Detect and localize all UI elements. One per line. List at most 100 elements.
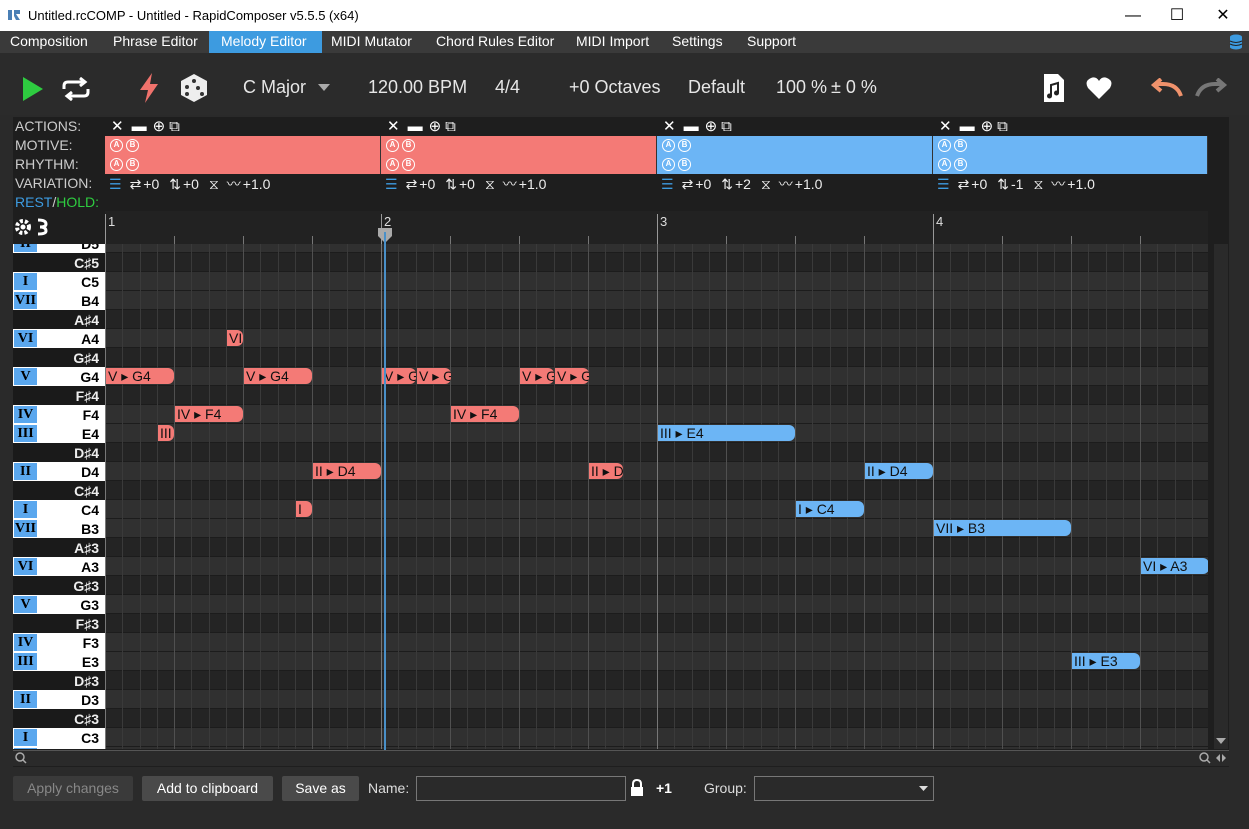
rhythm-band[interactable]: AB [933,155,1208,174]
play-icon[interactable] [22,76,44,102]
melody-note[interactable]: IV ▸ F4 [175,406,243,422]
reverse-icon[interactable]: ⧖ [1033,176,1043,192]
melody-note[interactable]: V ▸ G4 [244,368,312,384]
menu-settings[interactable]: Settings [672,31,723,53]
rhythm-a-toggle[interactable]: A [386,158,399,172]
menu-support[interactable]: Support [747,31,796,53]
collapse-icon[interactable]: ▬ [132,118,147,135]
motive-b-toggle[interactable]: B [402,139,415,153]
piano-key[interactable]: C♯4 [13,481,105,500]
maximize-button[interactable]: ☐ [1154,0,1200,31]
delete-icon[interactable]: ✕ [387,118,400,135]
melody-note[interactable]: V ▸ G4 [106,368,174,384]
piano-key[interactable]: IV F4 [13,405,105,424]
add-icon[interactable]: ⊕ [981,118,994,135]
rhythm-b-toggle[interactable]: B [954,158,967,172]
minimize-button[interactable]: — [1110,0,1156,31]
piano-key[interactable]: F♯4 [13,386,105,405]
delete-icon[interactable]: ✕ [111,118,124,135]
piano-key[interactable]: G♯3 [13,576,105,595]
melody-note[interactable]: II ▸ D4 [313,463,381,479]
piano-roll[interactable]: V ▸ G4IIIIV ▸ F4VIV ▸ G4III ▸ D4V ▸ G4V … [105,244,1208,749]
copy-icon[interactable]: ⧉ [445,118,456,135]
piano-key[interactable]: VI A4 [13,329,105,348]
piano-key[interactable]: VI A3 [13,557,105,576]
melody-note[interactable]: VII ▸ B3 [934,520,1071,536]
rhythm-b-toggle[interactable]: B [126,158,139,172]
save-as-button[interactable]: Save as [282,776,359,801]
database-icon[interactable] [1229,34,1243,50]
list-icon[interactable]: ☰ [385,176,398,192]
plus-one-label[interactable]: +1 [656,780,672,796]
piano-key[interactable]: V G3 [13,595,105,614]
motive-a-toggle[interactable]: A [386,139,399,153]
reverse-icon[interactable]: ⧖ [761,176,771,192]
velocity-percent[interactable]: 100 % [776,77,827,98]
transpose-icon[interactable]: ⇅ [721,176,733,192]
menu-composition[interactable]: Composition [10,31,88,53]
zoom-out-icon[interactable] [15,752,27,764]
segment-variation[interactable]: ☰ ⇄ +0 ⇅ +0 ⧖ 〰 +1.0 [385,174,556,194]
motive-b-toggle[interactable]: B [126,139,139,153]
piano-key[interactable]: V G4 [13,367,105,386]
piano-key[interactable]: II D4 [13,462,105,481]
piano-key[interactable]: A♯4 [13,310,105,329]
piano-key[interactable]: III E3 [13,652,105,671]
name-input[interactable] [416,776,626,801]
piano-key[interactable]: III E4 [13,424,105,443]
motive-b-toggle[interactable]: B [678,139,691,153]
vertical-scrollbar[interactable] [1214,244,1228,749]
menu-midi-mutator[interactable]: MIDI Mutator [331,31,412,53]
rhythm-band[interactable]: AB [381,155,657,174]
piano-key[interactable]: VII B3 [13,519,105,538]
tempo-value[interactable]: 120.00 BPM [368,77,467,98]
add-icon[interactable]: ⊕ [429,118,442,135]
motive-a-toggle[interactable]: A [110,139,123,153]
curve-icon[interactable]: 〰 [227,176,241,192]
piano-key[interactable]: C♯5 [13,253,105,272]
rhythm-a-toggle[interactable]: A [938,158,951,172]
piano-key[interactable]: C♯3 [13,709,105,728]
reverse-icon[interactable]: ⧖ [485,176,495,192]
melody-note[interactable]: II ▸ D4 [865,463,933,479]
rhythm-a-toggle[interactable]: A [662,158,675,172]
undo-icon[interactable] [1149,78,1183,98]
transpose-icon[interactable]: ⇅ [997,176,1009,192]
octave-shift[interactable]: +0 Octaves [569,77,661,98]
melody-note[interactable]: III ▸ E4 [658,425,795,441]
piano-key[interactable]: II D3 [13,690,105,709]
horizontal-scrollbar[interactable] [13,750,1229,766]
motive-b-toggle[interactable]: B [954,139,967,153]
piano-key[interactable]: VII B4 [13,291,105,310]
list-icon[interactable]: ☰ [109,176,122,192]
motive-band[interactable]: AB [933,136,1208,155]
copy-icon[interactable]: ⧉ [997,118,1008,135]
rhythm-b-toggle[interactable]: B [678,158,691,172]
close-button[interactable]: ✕ [1200,0,1246,31]
piano-key[interactable]: VIIB2 [13,747,105,749]
chevron-down-icon[interactable] [919,786,928,792]
piano-key[interactable]: IV F3 [13,633,105,652]
shift-icon[interactable]: ⇄ [958,176,970,192]
motive-a-toggle[interactable]: A [938,139,951,153]
shift-icon[interactable]: ⇄ [130,176,142,192]
transpose-icon[interactable]: ⇅ [169,176,181,192]
piano-key[interactable]: I C4 [13,500,105,519]
playhead[interactable] [384,232,386,750]
melody-note[interactable]: I [296,501,312,517]
reverse-icon[interactable]: ⧖ [209,176,219,192]
piano-key[interactable]: D♯3 [13,671,105,690]
dice-icon[interactable] [179,73,209,103]
scroll-arrows-icon[interactable] [1216,754,1226,762]
heart-icon[interactable] [1086,76,1112,100]
rhythm-band[interactable]: AB [657,155,933,174]
piano-key[interactable]: I C5 [13,272,105,291]
delete-icon[interactable]: ✕ [663,118,676,135]
piano-key[interactable]: G♯4 [13,348,105,367]
curve-icon[interactable]: 〰 [1051,176,1065,192]
curve-icon[interactable]: 〰 [503,176,517,192]
shift-icon[interactable]: ⇄ [682,176,694,192]
add-to-clipboard-button[interactable]: Add to clipboard [142,776,273,801]
preset-name[interactable]: Default [688,77,745,98]
piano-key[interactable]: F♯3 [13,614,105,633]
